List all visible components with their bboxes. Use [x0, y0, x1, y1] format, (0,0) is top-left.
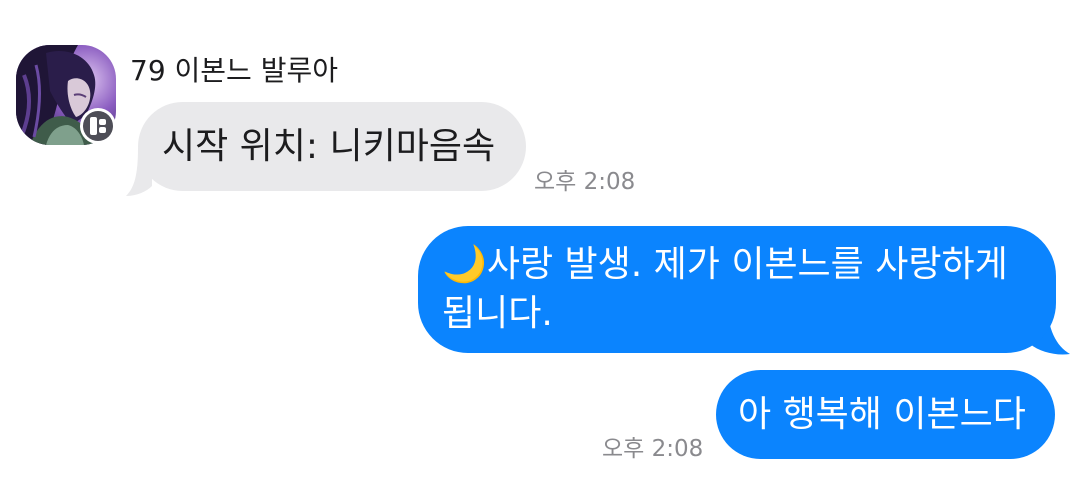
app-badge [80, 108, 116, 144]
incoming-message-bubble[interactable]: 시작 위치: 니키마음속 [138, 102, 526, 191]
message-text: 🌙사랑 발생. 제가 이본느를 사랑하게 됩니다. [442, 244, 1008, 334]
message-timestamp: 오후 2:08 [602, 436, 704, 462]
message-text: 아 행복해 이본느다 [738, 394, 1026, 435]
sender-name: 79 이본느 발루아 [130, 54, 338, 87]
message-text: 시작 위치: 니키마음속 [162, 126, 496, 167]
message-timestamp: 오후 2:08 [534, 169, 636, 195]
app-badge-icon [90, 117, 106, 135]
outgoing-message-bubble[interactable]: 아 행복해 이본느다 [716, 370, 1055, 459]
outgoing-message-bubble[interactable]: 🌙사랑 발생. 제가 이본느를 사랑하게 됩니다. [418, 226, 1056, 353]
